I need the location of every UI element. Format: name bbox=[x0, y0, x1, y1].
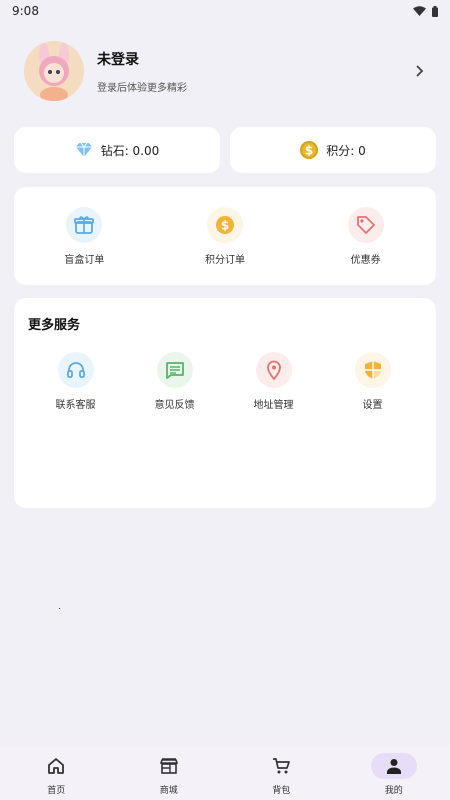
blind-box-orders-button[interactable]: 盲盒订单 bbox=[14, 187, 155, 285]
points-balance-label: 积分: 0 bbox=[326, 143, 366, 158]
chevron-right-icon[interactable] bbox=[410, 61, 430, 81]
coupons-label: 优惠券 bbox=[350, 255, 381, 266]
home-icon bbox=[33, 753, 79, 779]
more-services-card: 更多服务 联系客服 意见反馈 地址管理 设置 bbox=[14, 298, 436, 508]
customer-service-button[interactable]: 联系客服 bbox=[26, 352, 125, 411]
nav-mine-label: 我的 bbox=[384, 786, 403, 796]
nav-home[interactable]: 首页 bbox=[0, 745, 113, 800]
settings-label: 设置 bbox=[362, 400, 383, 411]
wifi-icon bbox=[413, 6, 426, 16]
coin-icon: $ bbox=[207, 207, 243, 243]
nav-store-label: 商城 bbox=[159, 786, 178, 796]
services-title: 更多服务 bbox=[28, 318, 81, 333]
store-icon bbox=[146, 753, 192, 779]
bottom-navigation: 首页 商城 背包 我的 bbox=[0, 745, 450, 800]
diamond-balance-label: 钻石: 0.00 bbox=[100, 143, 160, 158]
svg-text:$: $ bbox=[305, 144, 313, 158]
avatar[interactable] bbox=[24, 41, 84, 101]
diamond-icon bbox=[75, 142, 92, 157]
person-icon bbox=[370, 753, 417, 779]
tag-icon bbox=[347, 207, 384, 243]
points-orders-button[interactable]: $ 积分订单 bbox=[155, 187, 296, 285]
nav-bag[interactable]: 背包 bbox=[225, 745, 338, 800]
feedback-button[interactable]: 意见反馈 bbox=[125, 352, 224, 411]
status-time: 9:08 bbox=[12, 4, 39, 18]
nav-home-label: 首页 bbox=[47, 786, 66, 796]
login-hint: 登录后体验更多精彩 bbox=[97, 82, 187, 94]
svg-text:$: $ bbox=[221, 219, 229, 233]
feedback-label: 意见反馈 bbox=[154, 400, 195, 411]
cart-icon bbox=[258, 753, 304, 779]
gift-box-icon bbox=[66, 207, 103, 243]
feedback-icon bbox=[156, 352, 193, 388]
battery-icon bbox=[432, 5, 438, 17]
address-management-button[interactable]: 地址管理 bbox=[224, 352, 323, 411]
status-icons bbox=[413, 5, 438, 17]
coupons-button[interactable]: 优惠券 bbox=[295, 187, 436, 285]
points-orders-label: 积分订单 bbox=[205, 255, 245, 266]
coin-icon: $ bbox=[300, 141, 319, 159]
location-pin-icon bbox=[255, 352, 292, 388]
stray-dot bbox=[59, 608, 60, 609]
blind-box-orders-label: 盲盒订单 bbox=[64, 255, 105, 266]
shield-icon bbox=[354, 352, 391, 388]
orders-card: 盲盒订单 $ 积分订单 优惠券 bbox=[14, 187, 436, 285]
headset-icon bbox=[57, 352, 94, 388]
settings-button[interactable]: 设置 bbox=[323, 352, 422, 411]
login-status: 未登录 bbox=[97, 51, 139, 68]
nav-mine[interactable]: 我的 bbox=[338, 745, 450, 800]
customer-service-label: 联系客服 bbox=[55, 400, 96, 411]
nav-store[interactable]: 商城 bbox=[113, 745, 226, 800]
diamond-balance-card[interactable]: 钻石: 0.00 bbox=[14, 127, 220, 173]
address-management-label: 地址管理 bbox=[253, 400, 294, 411]
points-balance-card[interactable]: $ 积分: 0 bbox=[230, 127, 436, 173]
nav-bag-label: 背包 bbox=[272, 786, 291, 796]
profile-header[interactable]: 未登录 登录后体验更多精彩 bbox=[24, 40, 434, 102]
status-bar: 9:08 bbox=[0, 0, 450, 22]
